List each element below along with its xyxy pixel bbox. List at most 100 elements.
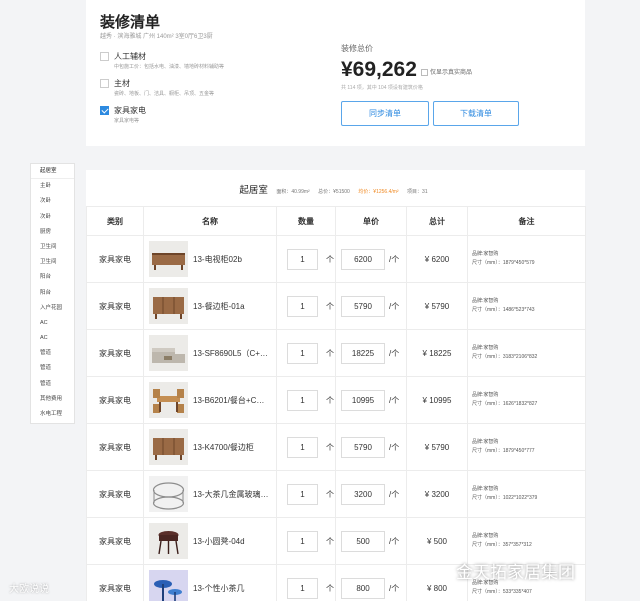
cell-name[interactable]: 13-SF8690L5（C+… [143,329,277,377]
cell-name[interactable]: 13-B6201/餐台+C… [143,376,277,424]
sidebar-item-bathroom-1[interactable]: 卫生间 [31,240,74,255]
cell-price: 6200 /个 [335,235,407,283]
cell-category: 家具家电 [86,282,144,330]
table-row: 家具家电 13-K4700/餐边柜 1 个 5790 /个 ¥ 5790 品牌:… [86,423,586,471]
table-row: 家具家电 13-SF8690L5（C+… 1 个 18225 /个 ¥ 1822… [86,329,586,377]
price-unit: /个 [389,584,400,593]
product-thumbnail[interactable] [149,570,188,601]
sidebar-item-plumbing-electric[interactable]: 水电工程 [31,407,74,422]
sidebar-item-balcony-2[interactable]: 阳台 [31,286,74,301]
sidebar-item-bathroom-2[interactable]: 卫生间 [31,255,74,270]
sidebar-item-balcony-1[interactable]: 阳台 [31,270,74,285]
cell-name[interactable]: 13-餐边柜-01a [143,282,277,330]
cell-category: 家具家电 [86,517,144,565]
product-thumbnail[interactable] [149,382,188,418]
show-real-checkbox[interactable] [421,68,428,76]
product-thumbnail[interactable] [149,241,188,277]
cell-name[interactable]: 13-个性小茶几 [143,564,277,601]
unit-price-input[interactable]: 800 [341,578,385,599]
checkbox-furniture[interactable] [100,106,109,115]
checkbox-main-materials[interactable] [100,79,109,88]
product-name[interactable]: 13-SF8690L5（C+… [193,348,271,359]
download-list-button[interactable]: 下载清单 [433,101,519,126]
cell-name[interactable]: 13-大茶几金属玻璃… [143,470,277,518]
unit-price-input[interactable]: 6200 [341,249,385,270]
sidebar-item-pipe-2[interactable]: 管道 [31,361,74,376]
note-brand: 品牌:家智购 [472,298,499,304]
product-name[interactable]: 13-K4700/餐边柜 [193,442,271,453]
sidebar-item-master-bedroom[interactable]: 主卧 [31,179,74,194]
total-amount: ¥69,262 [341,58,417,81]
product-thumbnail[interactable] [149,288,188,324]
cell-note: 品牌:家智购 尺寸（mm）：3183*2106*832 [467,329,586,377]
note-size: 尺寸（mm）：1486*523*743 [472,307,535,313]
unit-price-input[interactable]: 5790 [341,296,385,317]
col-price: 单价 [335,206,407,236]
cell-category: 家具家电 [86,423,144,471]
note-brand: 品牌:家智购 [472,345,499,351]
sidebar-item-pipe-3[interactable]: 管道 [31,377,74,392]
cell-qty: 1 个 [276,470,336,518]
unit-price-input[interactable]: 18225 [341,343,385,364]
cell-qty: 1 个 [276,282,336,330]
sidebar-item-ac-2[interactable]: AC [31,331,74,346]
sync-list-button[interactable]: 同步清单 [341,101,429,126]
cell-name[interactable]: 13-小圆凳-04d [143,517,277,565]
table-body: 家具家电 13-电视柜02b 1 个 6200 /个 ¥ 6200 品牌:家智购… [86,235,586,601]
sidebar-item-entry-garden[interactable]: 入户花园 [31,301,74,316]
quantity-input[interactable]: 1 [287,390,318,411]
unit-price-input[interactable]: 10995 [341,390,385,411]
quantity-input[interactable]: 1 [287,343,318,364]
quantity-input[interactable]: 1 [287,249,318,270]
cell-qty: 1 个 [276,329,336,377]
quantity-input[interactable]: 1 [287,296,318,317]
watermark-right: 金天拓家居集团 [430,558,575,583]
note-brand: 品牌:家智购 [472,486,499,492]
total-note: 共 114 项，其中 104 项设有建筑价格 [341,85,423,91]
cell-qty: 1 个 [276,235,336,283]
note-brand: 品牌:家智购 [472,251,499,257]
table-header-row: 类别 名称 数量 单价 总计 备注 [86,206,586,236]
product-thumbnail[interactable] [149,476,188,512]
room-title: 起居室 [239,185,268,196]
show-real-toggle[interactable]: 仅显示真实商品 [421,67,472,76]
note-size: 尺寸（mm）：357*357*312 [472,542,532,548]
watermark-left: 大欧说说 [9,584,49,595]
note-size: 尺寸（mm）：1879*450*777 [472,448,535,454]
cell-price: 5790 /个 [335,282,407,330]
cell-price: 500 /个 [335,517,407,565]
product-name[interactable]: 13-个性小茶几 [193,583,271,594]
unit-price-input[interactable]: 500 [341,531,385,552]
note-size: 尺寸（mm）：1626*1832*827 [472,401,538,407]
product-name[interactable]: 13-餐边柜-01a [193,301,271,312]
product-thumbnail[interactable] [149,429,188,465]
cell-price: 800 /个 [335,564,407,601]
product-thumbnail[interactable] [149,335,188,371]
sidebar-item-bedroom-2[interactable]: 次卧 [31,194,74,209]
sidebar-item-kitchen[interactable]: 厨房 [31,225,74,240]
cell-name[interactable]: 13-K4700/餐边柜 [143,423,277,471]
product-name[interactable]: 13-B6201/餐台+C… [193,395,271,406]
quantity-input[interactable]: 1 [287,578,318,599]
col-qty: 数量 [276,206,336,236]
quantity-input[interactable]: 1 [287,484,318,505]
sidebar-item-bedroom-3[interactable]: 次卧 [31,210,74,225]
product-thumbnail[interactable] [149,523,188,559]
sidebar-item-living-room[interactable]: 起居室 [31,164,74,180]
quantity-input[interactable]: 1 [287,531,318,552]
product-name[interactable]: 13-电视柜02b [193,254,271,265]
page-title: 装修清单 [100,14,161,31]
product-name[interactable]: 13-小圆凳-04d [193,536,271,547]
cell-name[interactable]: 13-电视柜02b [143,235,277,283]
product-name[interactable]: 13-大茶几金属玻璃… [193,489,271,500]
room-items-count: 项目：31 [407,189,428,195]
checkbox-labor[interactable] [100,52,109,61]
sidebar-item-pipe-1[interactable]: 管道 [31,346,74,361]
sidebar-item-ac-1[interactable]: AC [31,316,74,331]
unit-price-input[interactable]: 5790 [341,437,385,458]
cell-total: ¥ 18225 [406,329,468,377]
option-labor-label: 人工辅材 [114,52,146,61]
quantity-input[interactable]: 1 [287,437,318,458]
sidebar-item-other-fees[interactable]: 其他费用 [31,392,74,407]
unit-price-input[interactable]: 3200 [341,484,385,505]
